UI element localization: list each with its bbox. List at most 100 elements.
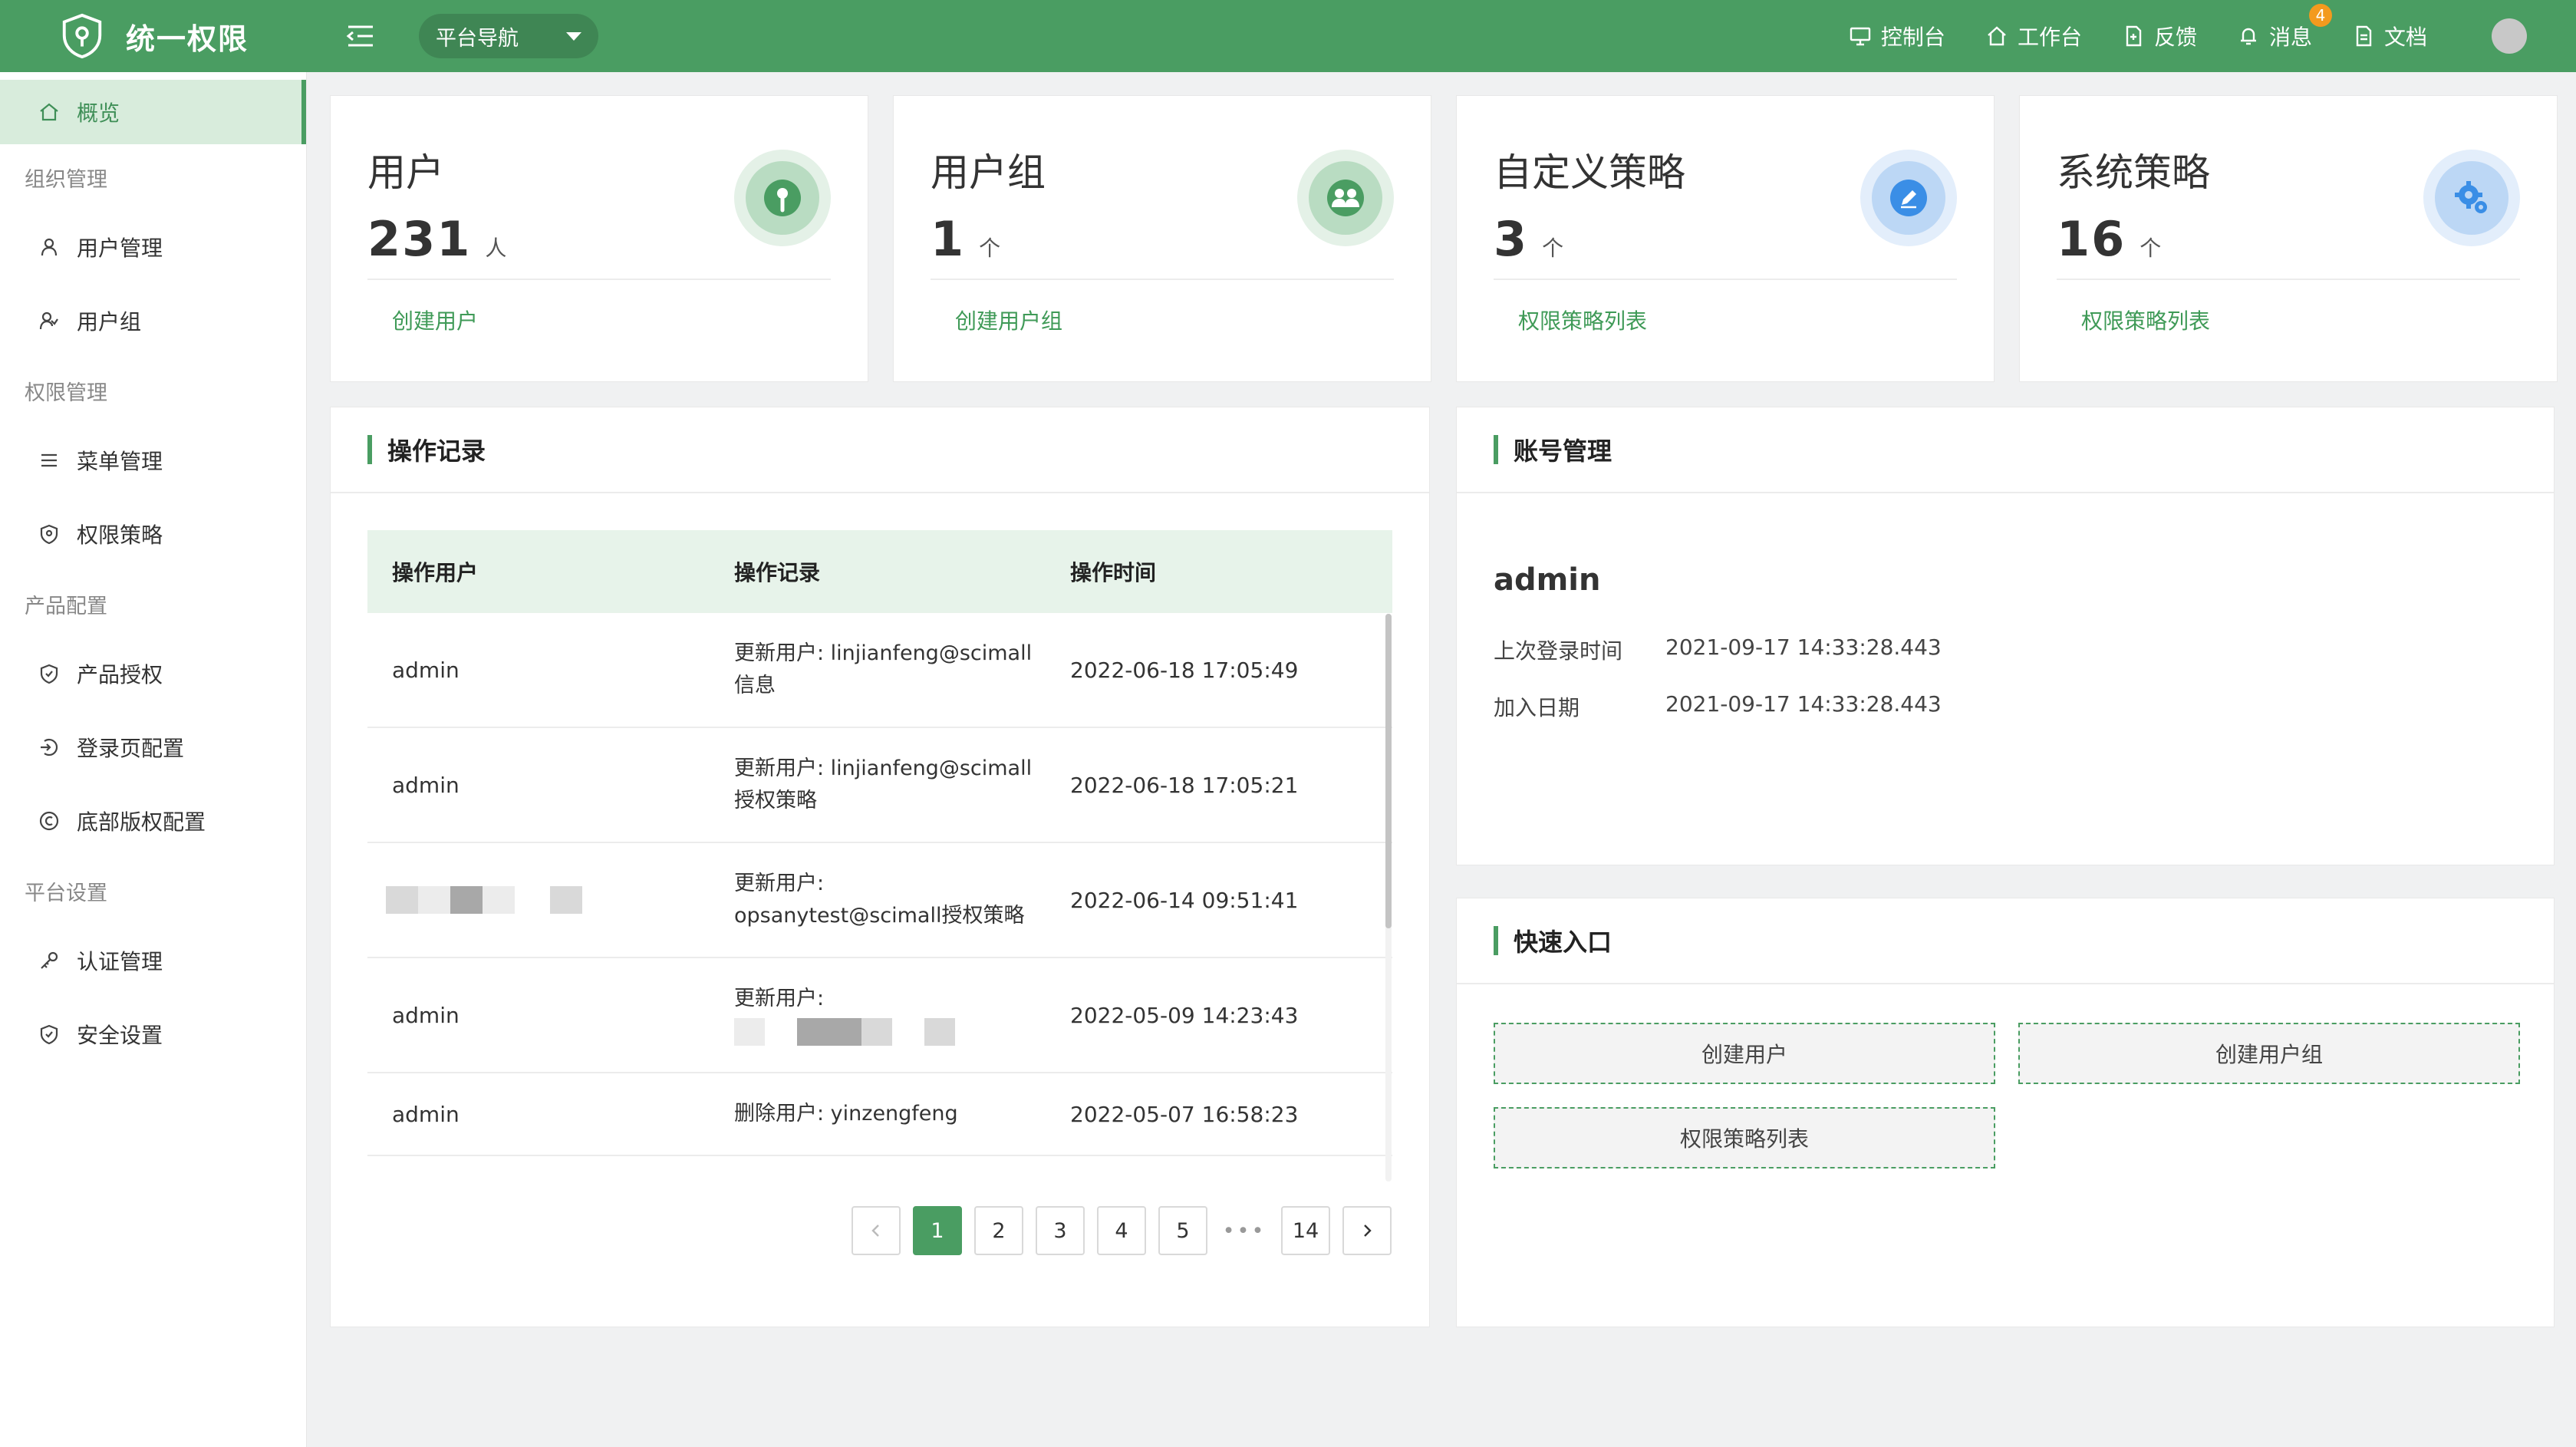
user-icon [41,238,58,256]
page-button[interactable]: 3 [1036,1206,1085,1255]
cell-user: admin [392,772,460,798]
cell-record: 更新用户: [710,983,1052,1047]
top-header: 统一权限 平台导航 控制台 工作台 反馈 消息 4 文档 [0,0,2576,72]
last-login-value: 2021-09-17 14:33:28.443 [1665,635,1942,660]
table-row: admin 删除用户: yinzengfeng 2022-05-07 16:58… [367,1073,1392,1156]
next-page-button[interactable] [1342,1206,1392,1255]
cell-user: admin [392,1101,460,1127]
cell-record: 更新用户: linjianfeng@scimall 授权策略 [734,756,1033,812]
stat-card-users: 用户 231 人 创建用户 [330,95,868,382]
bell-icon [2240,28,2256,45]
page-button[interactable]: 1 [913,1206,962,1255]
login-icon [41,738,58,756]
column-header: 操作时间 [1070,560,1157,585]
panel-title: 账号管理 [1514,437,1612,466]
cell-record-redacted [734,1015,1052,1047]
sidebar-item-product-auth[interactable]: 产品授权 [0,637,306,710]
shield-logo-icon [62,13,102,59]
brand[interactable]: 统一权限 [0,12,307,60]
sidebar-item-menu-management[interactable]: 菜单管理 [0,424,306,497]
table-row: admin 更新用户: linjianfeng@scimall 授权策略 202… [367,728,1392,843]
sidebar-item-security[interactable]: 安全设置 [0,997,306,1071]
table-row: admin 更新用户: linjianfeng@scimall 信息 2022-… [367,613,1392,728]
column-header: 操作记录 [734,560,821,585]
prev-page-button[interactable] [852,1206,901,1255]
sidebar-item-policies[interactable]: 权限策略 [0,497,306,571]
menu-fold-icon [346,25,373,47]
stat-value: 231 [367,211,472,267]
quick-create-user-group-button[interactable]: 创建用户组 [2018,1023,2520,1084]
stat-card-system-policies: 系统策略 16 个 权限策略列表 [2019,95,2558,382]
platform-nav-select[interactable]: 平台导航 [419,14,598,58]
column-header: 操作用户 [392,560,479,585]
message-count-badge: 4 [2308,4,2332,27]
operations-panel: 操作记录 操作用户 操作记录 操作时间 admin 更新用户: linjianf… [330,407,1430,1327]
feedback-icon [2126,25,2142,47]
cell-time: 2022-06-18 17:05:21 [1070,772,1299,798]
create-user-link[interactable]: 创建用户 [392,305,478,335]
shield-check-icon [40,664,58,684]
table-scrollbar-thumb[interactable] [1385,614,1392,928]
header-link-workbench[interactable]: 工作台 [1985,21,2082,51]
sidebar-item-auth-management[interactable]: 认证管理 [0,924,306,997]
cell-time: 2022-06-14 09:51:41 [1070,887,1299,913]
page-ellipsis[interactable]: ••• [1220,1206,1269,1255]
table-row: admin 更新用户: 2022-05-09 14:23:43 [367,958,1392,1073]
quick-access-panel: 快速入口 创建用户 创建用户组 权限策略列表 [1456,898,2555,1327]
stat-icon-wrap [1860,150,1957,246]
sidebar-group-title: 权限管理 [25,381,107,405]
cell-user: admin [392,657,460,683]
sidebar-item-user-group[interactable]: 用户组 [0,284,306,358]
sidebar-group-title: 产品配置 [25,594,107,618]
last-login-label: 上次登录时间 [1494,638,1623,664]
pagination: 1 2 3 4 5 ••• 14 [839,1206,1392,1255]
menu-icon [41,453,57,467]
cell-time: 2022-06-18 17:05:49 [1070,657,1299,683]
security-icon [40,1024,58,1045]
quick-policy-list-button[interactable]: 权限策略列表 [1494,1107,1995,1168]
chevron-right-icon [1364,1225,1372,1237]
page-button-last[interactable]: 14 [1281,1206,1330,1255]
stat-card-user-groups: 用户组 1 个 创建用户组 [893,95,1431,382]
chevron-left-icon [871,1225,879,1237]
sidebar-group-title: 组织管理 [25,167,107,192]
policy-list-link[interactable]: 权限策略列表 [1518,305,1647,335]
sidebar: 概览 组织管理 用户管理 用户组 权限管理 菜单管理 权限策略 产品配置 产品授… [0,72,307,1447]
home-icon [1988,26,2006,46]
home-icon [40,103,58,121]
stat-icon-wrap [1297,150,1394,246]
user-group-icon [39,311,58,330]
header-link-messages[interactable]: 消息 4 [2237,4,2332,51]
page-button[interactable]: 4 [1097,1206,1146,1255]
stat-icon-wrap [734,150,831,246]
user-pin-icon [764,180,801,216]
sidebar-item-login-page[interactable]: 登录页配置 [0,710,306,784]
account-panel: 账号管理 admin 上次登录时间 2021-09-17 14:33:28.44… [1456,407,2555,865]
create-user-group-link[interactable]: 创建用户组 [955,305,1062,335]
system-policy-list-link[interactable]: 权限策略列表 [2081,305,2210,335]
page-button[interactable]: 5 [1158,1206,1207,1255]
sidebar-item-copyright[interactable]: 底部版权配置 [0,784,306,858]
quick-create-user-button[interactable]: 创建用户 [1494,1023,1995,1084]
stat-unit: 个 [1542,236,1564,261]
cell-time: 2022-05-09 14:23:43 [1070,1002,1299,1028]
last-login-row: 上次登录时间 2021-09-17 14:33:28.443 [1494,635,1942,665]
cell-time: 2022-05-07 16:58:23 [1070,1101,1299,1127]
menu-toggle-button[interactable] [338,13,384,59]
cell-user: admin [392,1002,460,1028]
user-avatar[interactable] [2492,18,2527,54]
stat-value: 16 [2057,211,2126,267]
panel-title: 快速入口 [1514,928,1612,957]
header-link-feedback[interactable]: 反馈 [2122,21,2197,51]
page-button[interactable]: 2 [974,1206,1023,1255]
join-date-label: 加入日期 [1494,695,1580,720]
cell-record: 更新用户: linjianfeng@scimall 信息 [734,641,1033,697]
shield-icon [40,524,58,545]
sidebar-item-overview[interactable]: 概览 [0,80,306,144]
cell-record: 更新用户: opsanytest@scimall授权策略 [734,872,1025,928]
sidebar-item-user-management[interactable]: 用户管理 [0,210,306,284]
header-link-docs[interactable]: 文档 [2352,21,2427,51]
cell-record: 删除用户: yinzengfeng [734,1102,958,1126]
stat-unit: 个 [979,236,1001,261]
header-link-console[interactable]: 控制台 [1849,21,1945,51]
